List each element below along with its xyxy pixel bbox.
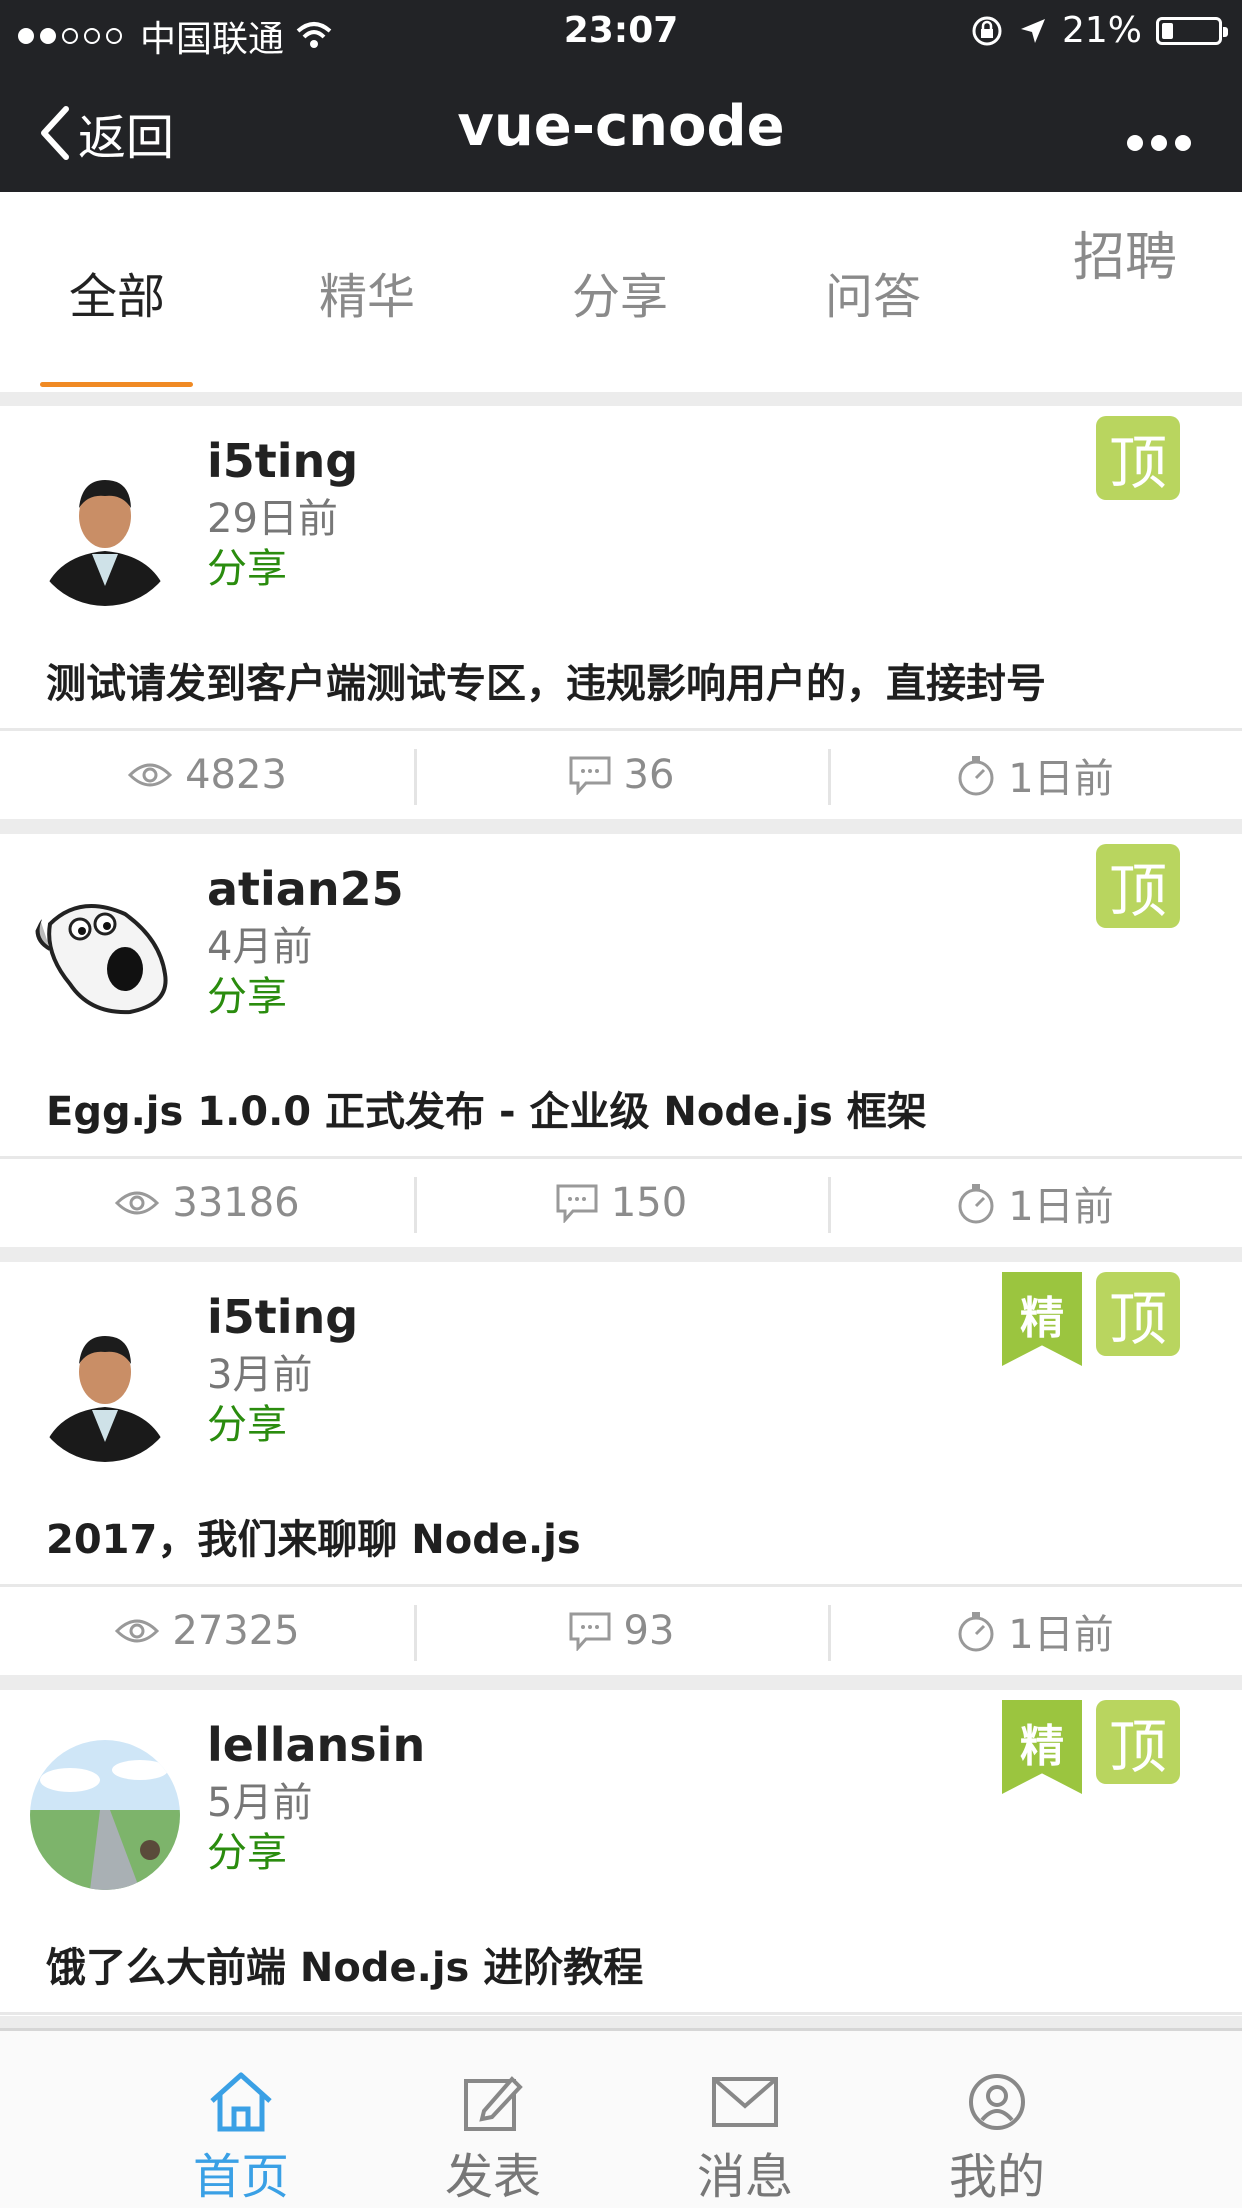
topic-card[interactable]: i5ting 29日前 分享 顶 测试请发到客户端测试专区，违规影响用户的，直接… bbox=[0, 406, 1242, 834]
topic-title[interactable]: 饿了么大前端 Node.js 进阶教程 bbox=[46, 1935, 643, 1993]
edit-icon bbox=[464, 2076, 523, 2131]
topic-stats: 33186 150 1日前 bbox=[0, 1159, 1242, 1247]
topic-tabs: 全部 精华 分享 问答 招聘 bbox=[0, 192, 1242, 392]
mail-icon bbox=[712, 2077, 778, 2127]
location-arrow-icon bbox=[1020, 18, 1045, 43]
topic-tab-label: 分享 bbox=[207, 1402, 287, 1448]
avatar[interactable] bbox=[30, 1740, 180, 1890]
view-count: 4823 bbox=[0, 731, 414, 819]
last-reply-time: 1日前 bbox=[828, 1587, 1242, 1675]
author-name[interactable]: atian25 bbox=[207, 862, 404, 916]
tab-ask[interactable]: 问答 bbox=[768, 192, 978, 392]
view-count: 33186 bbox=[0, 1159, 414, 1247]
author-name[interactable]: i5ting bbox=[207, 434, 358, 488]
comment-icon bbox=[556, 1184, 598, 1223]
view-count: 27325 bbox=[0, 1587, 414, 1675]
reply-count: 150 bbox=[414, 1159, 828, 1247]
bottom-tab-bar: 首页 发表 消息 我的 bbox=[0, 2028, 1242, 2208]
top-badge: 顶 bbox=[1096, 1272, 1180, 1356]
tab-job[interactable]: 招聘 bbox=[1020, 152, 1230, 352]
timer-icon bbox=[958, 1184, 994, 1224]
top-badge: 顶 bbox=[1096, 844, 1180, 928]
topic-card[interactable]: i5ting 3月前 分享 精 顶 2017，我们来聊聊 Node.js 273… bbox=[0, 1262, 1242, 1690]
good-badge: 精 bbox=[1002, 1700, 1082, 1794]
avatar[interactable] bbox=[30, 456, 180, 606]
divider bbox=[0, 1675, 1242, 1690]
eye-icon bbox=[127, 763, 173, 787]
reply-count: 36 bbox=[414, 731, 828, 819]
topic-tab-label: 分享 bbox=[207, 1830, 287, 1876]
topic-card[interactable]: atian25 4月前 分享 顶 Egg.js 1.0.0 正式发布 - 企业级… bbox=[0, 834, 1242, 1262]
bottom-tab-publish[interactable]: 发表 bbox=[368, 2031, 618, 2211]
status-bar: 中国联通 23:07 21% bbox=[0, 0, 1242, 62]
author-name[interactable]: lellansin bbox=[207, 1718, 425, 1772]
home-icon bbox=[210, 2072, 272, 2132]
tab-share[interactable]: 分享 bbox=[515, 192, 725, 392]
more-dots-icon bbox=[1127, 135, 1191, 151]
author-name[interactable]: i5ting bbox=[207, 1290, 358, 1344]
bottom-tab-home[interactable]: 首页 bbox=[116, 2031, 366, 2211]
comment-icon bbox=[569, 1612, 611, 1651]
topic-tab-label: 分享 bbox=[207, 546, 287, 592]
divider bbox=[0, 2012, 1242, 2015]
topic-title[interactable]: 2017，我们来聊聊 Node.js bbox=[46, 1507, 581, 1565]
comment-icon bbox=[569, 756, 611, 795]
topic-stats: 4823 36 1日前 bbox=[0, 731, 1242, 819]
rotation-lock-icon bbox=[972, 16, 1002, 45]
avatar[interactable] bbox=[30, 1312, 180, 1462]
battery-percent: 21% bbox=[1061, 10, 1142, 51]
tab-all[interactable]: 全部 bbox=[12, 192, 222, 392]
bottom-tab-me[interactable]: 我的 bbox=[872, 2031, 1122, 2211]
tab-good[interactable]: 精华 bbox=[262, 192, 472, 392]
timer-icon bbox=[958, 1612, 994, 1652]
good-badge: 精 bbox=[1002, 1272, 1082, 1366]
divider bbox=[0, 819, 1242, 834]
active-tab-indicator bbox=[40, 382, 193, 387]
avatar[interactable] bbox=[30, 884, 180, 1034]
top-badge: 顶 bbox=[1096, 416, 1180, 500]
bottom-tab-messages[interactable]: 消息 bbox=[620, 2031, 870, 2211]
battery-icon bbox=[1156, 16, 1228, 45]
user-icon bbox=[969, 2074, 1025, 2130]
eye-icon bbox=[115, 1191, 160, 1215]
divider bbox=[0, 2016, 1242, 2028]
reply-count: 93 bbox=[414, 1587, 828, 1675]
topic-title[interactable]: Egg.js 1.0.0 正式发布 - 企业级 Node.js 框架 bbox=[46, 1079, 927, 1137]
last-reply-time: 1日前 bbox=[828, 731, 1242, 819]
page-title: vue-cnode bbox=[457, 94, 785, 159]
last-reply-time: 1日前 bbox=[828, 1159, 1242, 1247]
top-badge: 顶 bbox=[1096, 1700, 1180, 1784]
timer-icon bbox=[958, 756, 994, 796]
topic-stats: 27325 93 1日前 bbox=[0, 1587, 1242, 1675]
eye-icon bbox=[115, 1619, 160, 1643]
divider bbox=[0, 1247, 1242, 1262]
divider bbox=[0, 392, 1242, 406]
topic-tab-label: 分享 bbox=[207, 974, 287, 1020]
topic-title[interactable]: 测试请发到客户端测试专区，违规影响用户的，直接封号 bbox=[46, 651, 1046, 709]
topic-card[interactable]: lellansin 5月前 分享 精 顶 饿了么大前端 Node.js 进阶教程 bbox=[0, 1690, 1242, 2016]
